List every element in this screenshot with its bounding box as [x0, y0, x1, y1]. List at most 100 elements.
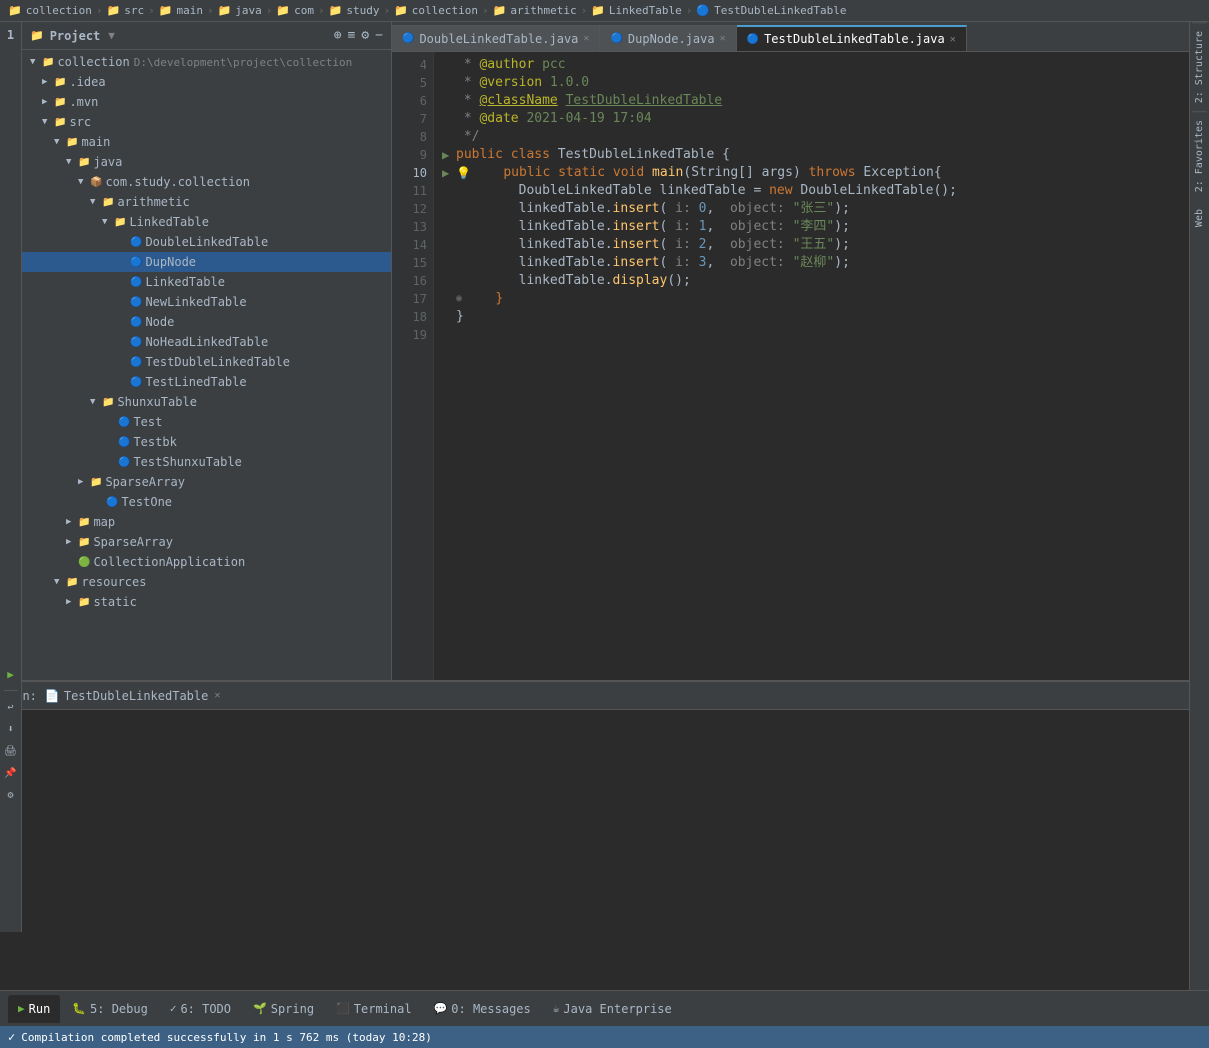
tab-testdlt[interactable]: 🔵 TestDubleLinkedTable.java ✕	[737, 25, 967, 51]
run-gear-btn[interactable]: ⚙	[3, 787, 19, 803]
top-breadcrumb-bar: 📁 collection › 📁 src › 📁 main › 📁 java ›…	[0, 0, 1209, 22]
tree-item-newlt[interactable]: 🔵 NewLinkedTable	[22, 292, 391, 312]
run-tab-bar: Run: 📄 TestDubleLinkedTable ✕	[0, 682, 1209, 710]
btm-tab-debug[interactable]: 🐛 5: Debug	[62, 995, 158, 1023]
code-14-content: linkedTable.insert( i: 2, object: "王五");	[456, 236, 850, 254]
tab-close-dlt[interactable]: ✕	[583, 33, 589, 44]
bc-src[interactable]: src	[124, 4, 144, 17]
tree-icon-static: 📁	[78, 597, 90, 608]
run-play-btn[interactable]: ▶	[3, 666, 19, 682]
tree-item-testlinedtable[interactable]: 🔵 TestLinedTable	[22, 372, 391, 392]
code-line-13: linkedTable.insert( i: 1, object: "李四");	[442, 218, 1201, 236]
tree-item-sparsearray[interactable]: 📁 SparseArray	[22, 472, 391, 492]
run-arrow-10[interactable]: ▶	[442, 164, 456, 182]
tree-item-collection[interactable]: 📁 collection D:\development\project\coll…	[22, 52, 391, 72]
todo-icon: ✓	[170, 1002, 177, 1015]
code-11-content: DoubleLinkedTable linkedTable = new Doub…	[456, 182, 957, 200]
tree-item-dupnode[interactable]: 🔵 DupNode	[22, 252, 391, 272]
collapse-icon[interactable]: ≡	[348, 28, 356, 43]
btm-tab-messages[interactable]: 💬 0: Messages	[424, 995, 541, 1023]
bc-collection[interactable]: collection	[26, 4, 92, 17]
bulb-10[interactable]: 💡	[456, 164, 470, 182]
locate-icon[interactable]: ⊕	[334, 28, 342, 43]
run-wrap-btn[interactable]: ↩	[3, 699, 19, 715]
debug-icon: 🐛	[72, 1002, 86, 1015]
bc-file[interactable]: TestDubleLinkedTable	[714, 4, 846, 17]
tree-item-node[interactable]: 🔵 Node	[22, 312, 391, 332]
tree-item-src[interactable]: 📁 src	[22, 112, 391, 132]
tree-label-resources: resources	[81, 575, 146, 589]
tree-item-sa2[interactable]: 📁 SparseArray	[22, 532, 391, 552]
btm-tab-todo[interactable]: ✓ 6: TODO	[160, 995, 241, 1023]
bc-linkedtable[interactable]: LinkedTable	[609, 4, 682, 17]
tree-item-testsxt[interactable]: 🔵 TestShunxuTable	[22, 452, 391, 472]
btm-tab-enterprise[interactable]: ☕ Java Enterprise	[543, 995, 682, 1023]
btm-tab-spring[interactable]: 🌱 Spring	[243, 995, 324, 1023]
tree-item-doublelinkedtable[interactable]: 🔵 DoubleLinkedTable	[22, 232, 391, 252]
tree-item-static[interactable]: 📁 static	[22, 592, 391, 612]
tree-item-lt2[interactable]: 🔵 LinkedTable	[22, 272, 391, 292]
tree-item-arithmetic[interactable]: 📁 arithmetic	[22, 192, 391, 212]
tree-item-resources[interactable]: 📁 resources	[22, 572, 391, 592]
tab-dupnode[interactable]: 🔵 DupNode.java ✕	[600, 25, 736, 51]
tree-icon-lt2: 🔵	[130, 277, 142, 288]
btm-tab-run-label: Run	[29, 1002, 51, 1016]
tree-item-test[interactable]: 🔵 Test	[22, 412, 391, 432]
favorites-label[interactable]: 2: Favorites	[1192, 111, 1207, 200]
btm-tab-spring-label: Spring	[271, 1002, 314, 1016]
bc-com-icon: 📁	[276, 4, 290, 17]
tree-icon-src: 📁	[54, 117, 66, 128]
tab-close-dup[interactable]: ✕	[720, 33, 726, 44]
btm-tab-enterprise-label: Java Enterprise	[563, 1002, 671, 1016]
tree-label-sxt: ShunxuTable	[117, 395, 196, 409]
web-label[interactable]: Web	[1192, 201, 1207, 235]
tree-icon-dlt: 🔵	[130, 237, 142, 248]
code-15-content: linkedTable.insert( i: 3, object: "赵柳");	[456, 254, 850, 272]
tree-item-com[interactable]: 📦 com.study.collection	[22, 172, 391, 192]
bc-arithmetic[interactable]: arithmetic	[510, 4, 576, 17]
fold-icon-17[interactable]: ◉	[456, 290, 462, 308]
run-tab-testdlt[interactable]: 📄 TestDubleLinkedTable ✕	[45, 689, 220, 703]
tree-item-idea[interactable]: 📁 .idea	[22, 72, 391, 92]
bc-file-icon: 🔵	[696, 4, 710, 17]
tree-item-mvn[interactable]: 📁 .mvn	[22, 92, 391, 112]
run-scroll-btn[interactable]: ⬇	[3, 721, 19, 737]
tree-item-testdlt[interactable]: 🔵 TestDubleLinkedTable	[22, 352, 391, 372]
tree-item-main[interactable]: 📁 main	[22, 132, 391, 152]
tree-item-linkedtable-folder[interactable]: 📁 LinkedTable	[22, 212, 391, 232]
run-arrow-9[interactable]: ▶	[442, 146, 456, 164]
tree-item-shunxutable[interactable]: 📁 ShunxuTable	[22, 392, 391, 412]
bc-com[interactable]: com	[294, 4, 314, 17]
tree-item-collapp[interactable]: 🟢 CollectionApplication	[22, 552, 391, 572]
bc-java[interactable]: java	[235, 4, 262, 17]
tree-icon-resources: 📁	[66, 577, 78, 588]
project-strip-icon[interactable]: 1	[2, 26, 20, 44]
btm-tab-run[interactable]: ▶ Run	[8, 995, 60, 1023]
tree-item-map[interactable]: 📁 map	[22, 512, 391, 532]
tree-label-node: Node	[145, 315, 174, 329]
code-line-17: ◉ }	[442, 290, 1201, 308]
tree-item-noheadlt[interactable]: 🔵 NoHeadLinkedTable	[22, 332, 391, 352]
bc-main[interactable]: main	[176, 4, 203, 17]
status-bar: ✓ Compilation completed successfully in …	[0, 1026, 1209, 1048]
btm-tab-terminal[interactable]: ⬛ Terminal	[326, 995, 422, 1023]
run-pin-btn[interactable]: 📌	[3, 765, 19, 781]
bc-collection2[interactable]: collection	[412, 4, 478, 17]
bc-study[interactable]: study	[346, 4, 379, 17]
settings-icon[interactable]: ⚙	[361, 28, 369, 43]
tab-doublelinkedtable[interactable]: 🔵 DoubleLinkedTable.java ✕	[392, 25, 600, 51]
hide-icon[interactable]: −	[375, 28, 383, 43]
tree-icon-sa: 📁	[90, 477, 102, 488]
tree-item-testbk[interactable]: 🔵 Testbk	[22, 432, 391, 452]
project-dropdown-icon[interactable]: ▼	[108, 29, 115, 42]
tree-item-testone[interactable]: 🔵 TestOne	[22, 492, 391, 512]
tree-item-java[interactable]: 📁 java	[22, 152, 391, 172]
run-tab-close[interactable]: ✕	[214, 690, 220, 701]
tree-label-testsxt: TestShunxuTable	[133, 455, 241, 469]
tab-close-testdlt[interactable]: ✕	[950, 34, 956, 45]
tree-path-collection: D:\development\project\collection	[134, 56, 353, 69]
enterprise-icon: ☕	[553, 1002, 560, 1015]
run-print-btn[interactable]: 🖨	[3, 743, 19, 759]
run-arrow-5	[442, 74, 456, 92]
structure-label[interactable]: 2: Structure	[1192, 22, 1207, 111]
